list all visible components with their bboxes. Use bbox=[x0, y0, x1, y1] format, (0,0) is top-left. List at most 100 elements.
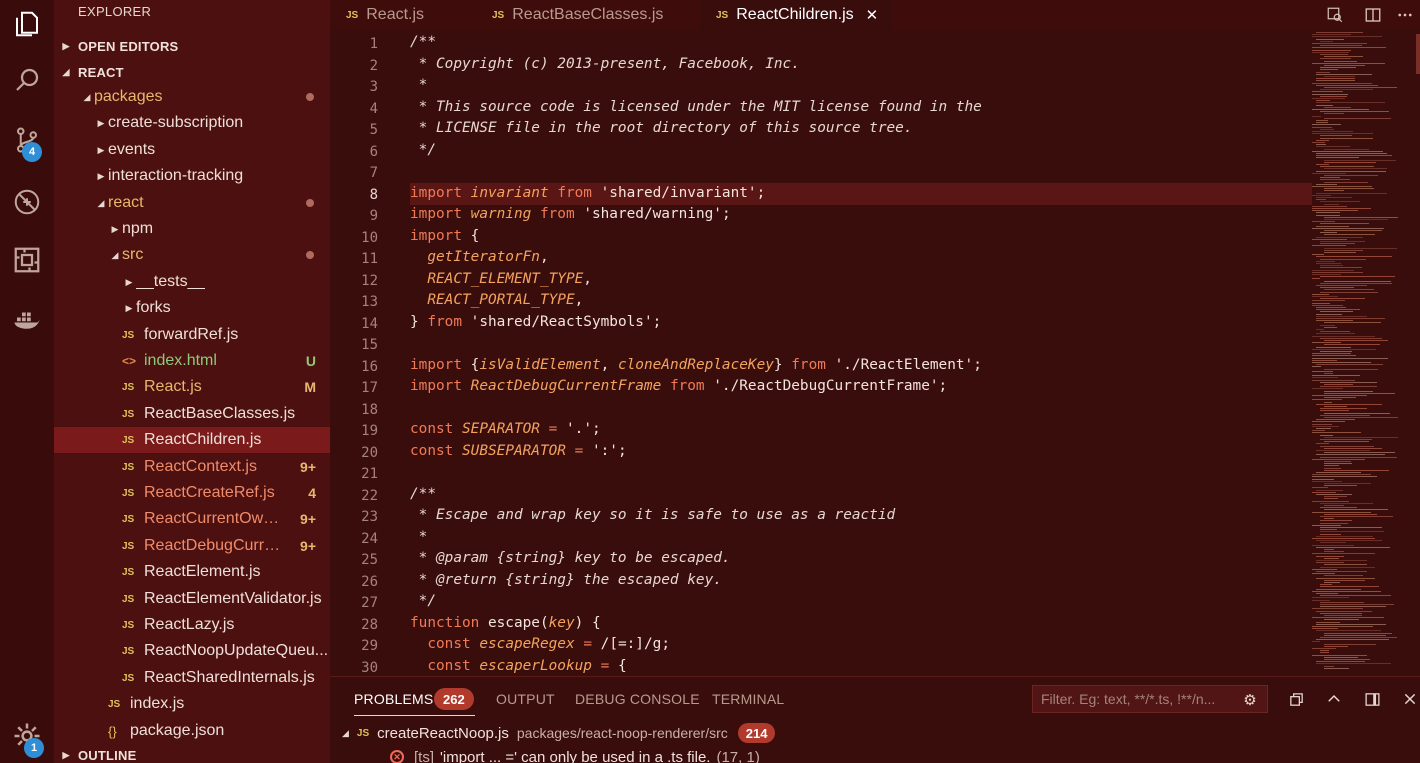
minimap-line bbox=[1324, 175, 1379, 176]
settings-gear-icon[interactable]: 1 bbox=[0, 712, 54, 760]
line-number: 8 bbox=[369, 187, 378, 203]
chevron-down-icon: ◢ bbox=[83, 91, 91, 102]
problem-item-row[interactable]: ✕ [ts] 'import ... =' can only be used i… bbox=[390, 746, 760, 763]
minimap-line bbox=[1320, 177, 1340, 179]
minimap-line bbox=[1320, 533, 1341, 535]
chevron-right-icon: ▶ bbox=[111, 223, 119, 234]
minimap-line bbox=[1312, 432, 1362, 434]
problem-source: [ts] bbox=[414, 748, 435, 763]
tree-file[interactable]: JS ReactContext.js 9+ bbox=[54, 454, 330, 480]
tree-folder[interactable]: ▶ create-subscription bbox=[54, 110, 330, 136]
minimap-line bbox=[1312, 648, 1336, 649]
tab-output[interactable]: OUTPUT bbox=[496, 691, 555, 707]
minimap-line bbox=[1316, 562, 1344, 564]
minimap-line bbox=[1312, 641, 1321, 643]
debug-icon[interactable] bbox=[0, 178, 54, 226]
outline-section[interactable]: ▶ OUTLINE bbox=[54, 743, 330, 763]
tab-debug-console[interactable]: DEBUG CONSOLE bbox=[575, 691, 700, 707]
split-editor-icon[interactable] bbox=[1362, 4, 1384, 26]
minimap[interactable] bbox=[1312, 30, 1402, 676]
minimap-line bbox=[1324, 161, 1377, 163]
source-control-icon[interactable]: 4 bbox=[0, 116, 54, 164]
tree-file[interactable]: JS ReactBaseClasses.js bbox=[54, 401, 330, 427]
line-number: 10 bbox=[361, 230, 378, 246]
minimap-line bbox=[1312, 302, 1331, 304]
minimap-line bbox=[1312, 34, 1352, 36]
tree-item-label: react bbox=[108, 194, 144, 211]
minimap-line bbox=[1324, 230, 1382, 231]
maximize-panel-icon[interactable] bbox=[1324, 689, 1344, 709]
minimap-line bbox=[1316, 320, 1354, 322]
tree-file[interactable]: JS ReactLazy.js bbox=[54, 612, 330, 638]
minimap-line bbox=[1312, 474, 1372, 476]
code-editor[interactable]: 1 /** 2 * Copyright (c) 2013-present, Face… bbox=[330, 30, 1420, 676]
minimap-line bbox=[1324, 659, 1370, 660]
problem-file-name: createReactNoop.js bbox=[377, 724, 509, 742]
minimap-line bbox=[1320, 601, 1365, 603]
tab-terminal[interactable]: TERMINAL bbox=[712, 691, 784, 707]
minimap-line bbox=[1316, 546, 1390, 548]
tree-item-label: npm bbox=[122, 220, 154, 237]
react-root-section[interactable]: ◢ REACT bbox=[54, 60, 330, 84]
tree-file[interactable]: JS ReactSharedInternals.js bbox=[54, 665, 330, 691]
open-editors-section[interactable]: ▶ OPEN EDITORS bbox=[54, 34, 330, 58]
close-icon[interactable]: ✕ bbox=[866, 6, 879, 24]
docker-icon[interactable] bbox=[0, 296, 54, 344]
tree-file[interactable]: JS ReactElementValidator.js bbox=[54, 586, 330, 612]
minimap-line bbox=[1312, 208, 1371, 209]
tree-folder[interactable]: ▶ interaction-tracking bbox=[54, 163, 330, 189]
explorer-sidebar: EXPLORER ▶ OPEN EDITORS ◢ REACT ◢ package… bbox=[54, 0, 330, 763]
minimap-line bbox=[1320, 542, 1346, 544]
minimap-line bbox=[1316, 454, 1386, 456]
vertical-scrollbar[interactable] bbox=[1416, 34, 1420, 74]
toggle-panel-position-icon[interactable] bbox=[1362, 689, 1382, 709]
tree-folder[interactable]: ◢ packages bbox=[54, 84, 330, 110]
more-actions-icon[interactable] bbox=[1394, 4, 1416, 26]
js-file-icon: JS bbox=[122, 461, 135, 473]
minimap-line bbox=[1324, 249, 1363, 251]
minimap-line bbox=[1324, 496, 1348, 498]
tree-folder[interactable]: ◢ react bbox=[54, 190, 330, 216]
search-icon[interactable] bbox=[0, 56, 54, 104]
problem-group-row[interactable]: ◢ JS createReactNoop.js packages/react-n… bbox=[342, 722, 776, 744]
line-number: 16 bbox=[361, 359, 378, 375]
tree-folder[interactable]: ◢ src bbox=[54, 242, 330, 268]
tab-problems[interactable]: PROBLEMS bbox=[354, 691, 477, 716]
explorer-icon[interactable] bbox=[0, 0, 54, 48]
tree-folder[interactable]: ▶ forks bbox=[54, 295, 330, 321]
collapse-all-icon[interactable] bbox=[1286, 689, 1306, 709]
js-file-icon: JS bbox=[122, 434, 135, 446]
tab-react-base-classes[interactable]: JS ReactBaseClasses.js bbox=[476, 0, 698, 30]
close-panel-icon[interactable] bbox=[1400, 689, 1420, 709]
tree-file[interactable]: JS ReactCurrentOwne... 9+ bbox=[54, 506, 330, 532]
minimap-line bbox=[1316, 318, 1385, 319]
minimap-line bbox=[1320, 516, 1394, 517]
tree-file[interactable]: <> index.html U bbox=[54, 348, 330, 374]
problems-filter-input[interactable]: Filter. Eg: text, **/*.ts, !**/n... bbox=[1032, 685, 1268, 713]
git-status-badge: 9+ bbox=[300, 538, 316, 554]
minimap-line bbox=[1312, 238, 1348, 240]
tree-file[interactable]: JS ReactDebugCurre... 9+ bbox=[54, 533, 330, 559]
tree-file[interactable]: JS React.js M bbox=[54, 374, 330, 400]
tree-file[interactable]: JS forwardRef.js bbox=[54, 322, 330, 348]
filter-settings-icon[interactable]: ⚙ bbox=[1240, 690, 1260, 710]
tree-file[interactable]: JS ReactElement.js bbox=[54, 559, 330, 585]
tree-file[interactable]: JS index.js bbox=[54, 691, 330, 717]
tab-react-children[interactable]: JS ReactChildren.js ✕ bbox=[700, 0, 892, 30]
minimap-line bbox=[1312, 51, 1350, 53]
minimap-line bbox=[1324, 463, 1352, 465]
tab-react-js[interactable]: JS React.js bbox=[330, 0, 474, 30]
tree-file[interactable]: {} package.json bbox=[54, 718, 330, 744]
open-changes-icon[interactable] bbox=[1324, 4, 1346, 26]
tree-folder[interactable]: ▶ __tests__ bbox=[54, 269, 330, 295]
tree-file[interactable]: JS ReactChildren.js bbox=[54, 427, 330, 453]
extensions-icon[interactable] bbox=[0, 236, 54, 284]
tree-folder[interactable]: ▶ events bbox=[54, 137, 330, 163]
tree-file[interactable]: JS ReactCreateRef.js 4 bbox=[54, 480, 330, 506]
line-number: 3 bbox=[369, 79, 378, 95]
tree-item-label: package.json bbox=[130, 722, 225, 739]
minimap-line bbox=[1312, 82, 1372, 84]
tree-file[interactable]: JS ReactNoopUpdateQueu... bbox=[54, 638, 330, 664]
minimap-line bbox=[1312, 269, 1355, 271]
tree-folder[interactable]: ▶ npm bbox=[54, 216, 330, 242]
